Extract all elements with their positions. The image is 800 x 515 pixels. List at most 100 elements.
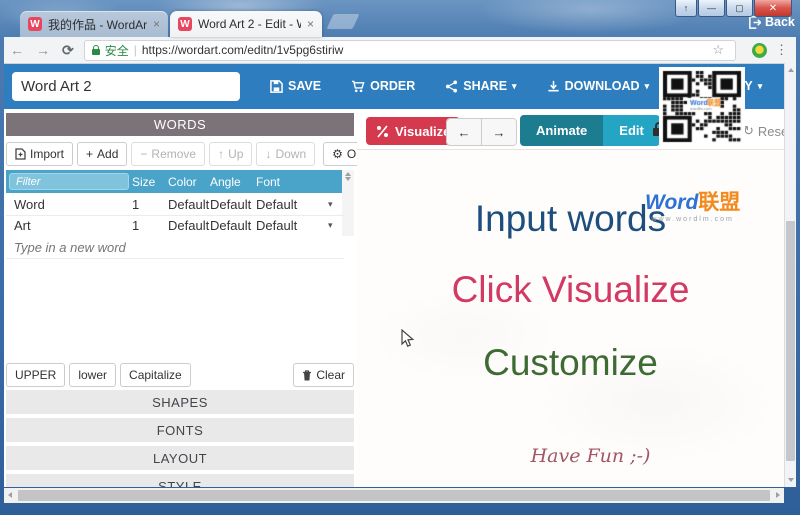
close-tab-icon[interactable]: × [307, 18, 314, 30]
word-row[interactable]: Word 1 Default Default Default ▾ [6, 194, 344, 216]
scroll-down-icon[interactable] [788, 478, 794, 482]
mouse-cursor [401, 329, 415, 349]
security-lock-icon [92, 49, 100, 55]
chevron-down-icon: ▾ [758, 81, 763, 92]
capitalize-button[interactable]: Capitalize [120, 363, 191, 387]
order-button[interactable]: ORDER [351, 79, 415, 93]
column-font[interactable]: Font [256, 175, 344, 189]
logo-lm: 联盟 [698, 191, 740, 214]
chevron-down-icon: ▾ [512, 81, 517, 92]
scroll-left-icon[interactable] [8, 492, 12, 498]
redo-button[interactable]: → [482, 119, 516, 145]
scroll-right-icon[interactable] [776, 492, 780, 498]
wordart-favicon: W [28, 17, 42, 31]
remove-word-button[interactable]: − Remove [131, 142, 205, 166]
words-panel-header: WORDS [6, 113, 354, 136]
lowercase-button[interactable]: lower [69, 363, 116, 387]
exit-icon [748, 16, 761, 29]
tab-title: 我的作品 - WordArt.co [48, 16, 147, 33]
minimize-button[interactable]: — [698, 0, 725, 17]
section-style[interactable]: STYLE [6, 474, 354, 487]
arrow-up-icon: ↑ [218, 147, 224, 161]
back-nav-icon[interactable]: ← [10, 43, 24, 57]
address-bar[interactable]: 安全 | https://wordart.com/editn/1v5pg6sti… [84, 40, 736, 61]
workname-input[interactable] [12, 72, 240, 101]
url-text: https://wordart.com/editn/1v5pg6stiriw [142, 43, 343, 57]
close-window-button[interactable]: ✕ [754, 0, 792, 17]
arrow-down-icon: ↓ [265, 147, 271, 161]
vertical-scroll-thumb[interactable] [786, 221, 795, 461]
word-row[interactable]: Art 1 Default Default Default ▾ [6, 215, 344, 237]
close-tab-icon[interactable]: × [153, 18, 160, 30]
chevron-down-icon[interactable]: ▾ [328, 199, 344, 210]
chevron-down-icon: ▾ [645, 81, 650, 92]
save-icon [270, 80, 283, 93]
import-button[interactable]: Import [6, 142, 73, 166]
browser-window: W 我的作品 - WordArt.co × W Word Art 2 - Edi… [0, 0, 800, 515]
share-icon [445, 80, 458, 93]
undo-button[interactable]: ← [447, 119, 482, 145]
share-button[interactable]: SHARE ▾ [445, 79, 516, 93]
logo-site-url: www.wordlm.com [645, 216, 740, 223]
download-icon [547, 80, 560, 93]
canvas-fun-text: Have Fun ;-) [377, 445, 784, 467]
new-word-input[interactable] [6, 236, 344, 258]
window-controls: ↑ — ▢ ✕ [675, 0, 792, 17]
new-word-row[interactable] [6, 236, 344, 259]
scroll-down-icon[interactable] [345, 177, 351, 181]
move-down-button[interactable]: ↓ Down [256, 142, 315, 166]
case-toolbar: UPPER lower Capitalize Clear [6, 362, 354, 388]
vertical-scrollbar[interactable] [784, 63, 796, 487]
tab-my-works[interactable]: W 我的作品 - WordArt.co × [20, 11, 168, 37]
download-button[interactable]: DOWNLOAD ▾ [547, 79, 650, 93]
gear-icon: ⚙ [332, 147, 343, 161]
canvas-text-line: Click Visualize [357, 269, 784, 311]
clear-button[interactable]: Clear [293, 363, 354, 387]
section-shapes[interactable]: SHAPES [6, 390, 354, 414]
bookmark-star-icon[interactable]: ☆ [712, 42, 728, 58]
back-to-works-button[interactable]: Back [748, 15, 795, 29]
trash-icon [302, 370, 312, 381]
maximize-button[interactable]: ▢ [726, 0, 753, 17]
cart-icon [351, 80, 365, 93]
reset-button[interactable]: ↻ Reset [743, 123, 784, 139]
wordart-favicon: W [178, 17, 192, 31]
qr-code-image [659, 67, 745, 146]
animate-button[interactable]: Animate [520, 115, 603, 146]
logo-word: Word [645, 191, 698, 214]
section-layout[interactable]: LAYOUT [6, 446, 354, 470]
browser-menu-icon[interactable]: ⋮ [775, 42, 788, 58]
security-label: 安全 [105, 42, 129, 59]
new-tab-button[interactable] [327, 14, 360, 29]
section-fonts[interactable]: FONTS [6, 418, 354, 442]
words-panel: WORDS Import + Add − Remove ↑ Up ↓ Down [4, 109, 357, 487]
move-up-button[interactable]: ↑ Up [209, 142, 252, 166]
editor-panel: Visualize ← → Animate Edit ↻ Reset Input… [357, 109, 784, 487]
tab-title: Word Art 2 - Edit - Wo [198, 17, 301, 31]
horizontal-scroll-thumb[interactable] [18, 490, 770, 501]
scroll-up-icon[interactable] [788, 68, 794, 72]
refresh-icon[interactable]: ⟳ [62, 43, 74, 57]
minus-icon: − [140, 147, 147, 161]
column-size[interactable]: Size [132, 175, 168, 189]
forward-nav-icon[interactable]: → [36, 43, 50, 57]
save-button[interactable]: SAVE [270, 79, 321, 93]
horizontal-scrollbar[interactable] [4, 488, 784, 503]
column-angle[interactable]: Angle [210, 175, 256, 189]
words-grid-header: SizeColorAngleFont [6, 170, 344, 193]
chevron-down-icon[interactable]: ▾ [328, 220, 344, 231]
canvas-text-line: Customize [357, 342, 784, 384]
filter-input[interactable] [9, 173, 129, 190]
wordart-canvas[interactable]: Input words Click Visualize Customize Ha… [357, 149, 784, 487]
tab-word-art-2[interactable]: W Word Art 2 - Edit - Wo × [170, 11, 322, 37]
titlebar-extra-button[interactable]: ↑ [675, 0, 697, 17]
options-button[interactable]: ⚙ Options [323, 142, 357, 166]
add-word-button[interactable]: + Add [77, 142, 127, 166]
uppercase-button[interactable]: UPPER [6, 363, 65, 387]
scroll-up-icon[interactable] [345, 172, 351, 176]
extension-icon[interactable] [752, 43, 767, 58]
plus-icon: + [86, 147, 93, 161]
wordlm-logo: Word联盟 www.wordlm.com [645, 192, 740, 223]
column-color[interactable]: Color [168, 175, 210, 189]
edit-button[interactable]: Edit [603, 115, 660, 146]
